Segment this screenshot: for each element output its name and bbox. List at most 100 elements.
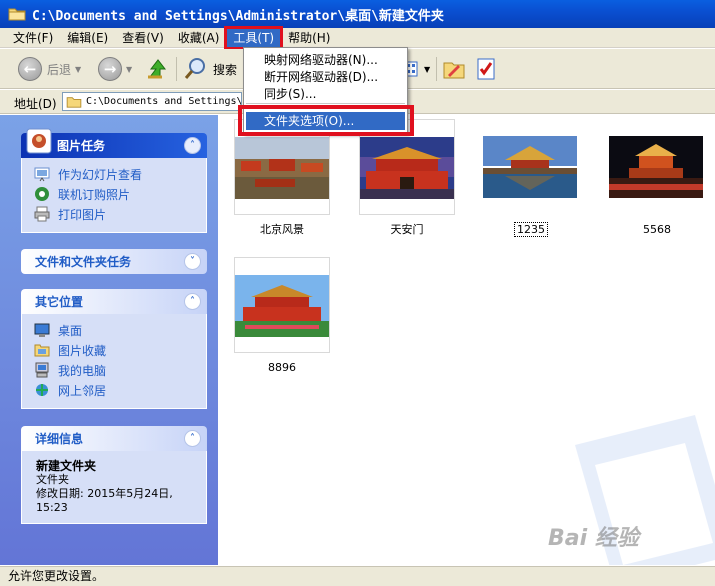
task-label: 联机订购照片 — [58, 187, 131, 202]
photo-palace-aerial — [235, 137, 329, 199]
file-name: 天安门 — [390, 223, 424, 236]
file-name: 1235 — [483, 222, 579, 237]
place-label: 我的电脑 — [58, 363, 107, 378]
address-value: C:\Documents and Settings\ — [86, 96, 242, 107]
menu-item-map-drive[interactable]: 映射网络驱动器(N)... — [246, 51, 405, 69]
photo-tiananmen-dusk — [360, 137, 454, 199]
picture-tasks-header[interactable]: 图片任务 ˄ — [21, 128, 207, 158]
up-arrow-icon — [148, 59, 167, 79]
file-tasks-panel: 文件和文件夹任务 ˅ — [21, 249, 207, 274]
file-thumbnail[interactable]: 天安门 — [359, 119, 455, 237]
place-label: 桌面 — [58, 323, 83, 338]
details-body: 新建文件夹 文件夹 修改日期: 2015年5月24日, 15:23 — [21, 451, 207, 524]
folder-sync-button[interactable] — [442, 55, 466, 83]
search-button[interactable]: 搜索 — [184, 55, 237, 83]
back-arrow-icon: ← — [18, 57, 42, 81]
task-order-prints[interactable]: 联机订购照片 — [34, 184, 206, 204]
picture-tasks-panel: 图片任务 ˄ 作为幻灯片查看 联机订购照片 打印图片 — [21, 128, 207, 233]
place-desktop[interactable]: 桌面 — [34, 320, 206, 340]
task-label: 作为幻灯片查看 — [58, 167, 143, 182]
file-tasks-title: 文件和文件夹任务 — [35, 255, 132, 269]
details-title: 详细信息 — [35, 432, 84, 446]
chevron-down-icon: ▼ — [424, 64, 431, 74]
order-prints-icon — [35, 187, 49, 201]
place-my-pictures[interactable]: 图片收藏 — [34, 340, 206, 360]
task-pane: 图片任务 ˄ 作为幻灯片查看 联机订购照片 打印图片 文件和文件夹任务 ˅ 其它… — [0, 115, 218, 565]
place-label: 图片收藏 — [58, 343, 107, 358]
details-panel: 详细信息 ˄ 新建文件夹 文件夹 修改日期: 2015年5月24日, 15:23 — [21, 426, 207, 524]
title-bar[interactable]: C:\Documents and Settings\Administrator\… — [0, 0, 715, 28]
folder-icon — [8, 8, 26, 21]
detail-name: 新建文件夹 — [36, 459, 97, 473]
menu-edit[interactable]: 编辑(E) — [60, 28, 115, 48]
photo-tiananmen-day — [235, 275, 329, 337]
forward-button[interactable]: → ▼ — [98, 55, 132, 83]
other-places-body: 桌面 图片收藏 我的电脑 网上邻居 — [21, 314, 207, 409]
menu-view[interactable]: 查看(V) — [115, 28, 171, 48]
thumbnail-frame — [609, 119, 705, 215]
task-slideshow[interactable]: 作为幻灯片查看 — [34, 164, 206, 184]
my-computer-icon — [35, 362, 49, 378]
window-title: C:\Documents and Settings\Administrator\… — [32, 8, 444, 24]
menu-file[interactable]: 文件(F) — [6, 28, 60, 48]
collapse-icon[interactable]: ˄ — [184, 430, 201, 447]
picture-tasks-icon — [26, 128, 52, 154]
menu-item-disconnect-drive[interactable]: 断开网络驱动器(D)... — [246, 68, 405, 86]
slideshow-icon — [34, 167, 50, 182]
folder-sync-icon — [443, 62, 465, 79]
thumbnail-frame — [483, 119, 579, 215]
picture-tasks-body: 作为幻灯片查看 联机订购照片 打印图片 — [21, 158, 207, 233]
annotation-highlight-box — [238, 105, 414, 136]
file-list-view[interactable]: 北京风景 天安门 1235 5568 8896 — [219, 115, 715, 565]
toolbar-separator — [176, 57, 177, 81]
expand-icon[interactable]: ˅ — [184, 253, 201, 270]
menu-favorites[interactable]: 收藏(A) — [171, 28, 227, 48]
photo-night-gate — [609, 136, 703, 198]
file-thumbnail[interactable]: 8896 — [234, 257, 330, 375]
back-button[interactable]: ← 后退 ▼ — [18, 55, 81, 83]
back-label: 后退 — [47, 62, 72, 77]
checklist-icon — [477, 58, 495, 80]
menu-help[interactable]: 帮助(H) — [281, 28, 337, 48]
picture-tasks-title: 图片任务 — [57, 139, 106, 153]
detail-type: 文件夹 — [36, 473, 69, 486]
folder-icon — [66, 96, 82, 108]
task-print[interactable]: 打印图片 — [34, 204, 206, 224]
details-header[interactable]: 详细信息 ˄ — [21, 426, 207, 451]
collapse-icon[interactable]: ˄ — [184, 137, 201, 154]
watermark-text: Bai 经验 — [548, 526, 639, 551]
up-folder-button[interactable] — [146, 55, 170, 83]
my-pictures-icon — [34, 344, 50, 357]
chevron-down-icon: ▼ — [126, 64, 133, 74]
detail-modified: 修改日期: 2015年5月24日, — [36, 487, 173, 500]
file-thumbnail[interactable]: 1235 — [483, 119, 579, 237]
address-input[interactable]: C:\Documents and Settings\ — [62, 92, 242, 111]
detail-modified-time: 15:23 — [36, 501, 68, 514]
file-thumbnail[interactable]: 北京风景 — [234, 119, 330, 237]
file-tasks-header[interactable]: 文件和文件夹任务 ˅ — [21, 249, 207, 274]
file-name: 8896 — [268, 361, 296, 374]
other-places-header[interactable]: 其它位置 ˄ — [21, 289, 207, 314]
menu-tools[interactable]: 工具(T) — [224, 25, 284, 50]
file-name: 5568 — [643, 223, 671, 236]
file-name: 北京风景 — [260, 223, 304, 236]
collapse-icon[interactable]: ˄ — [184, 293, 201, 310]
toolbar-separator — [436, 57, 437, 81]
place-network[interactable]: 网上邻居 — [34, 380, 206, 400]
search-icon — [184, 58, 205, 79]
status-bar: 允许您更改设置。 — [0, 566, 715, 586]
address-label: 地址(D) — [14, 97, 57, 111]
menu-separator — [246, 103, 405, 104]
menu-bar: 文件(F) 编辑(E) 查看(V) 收藏(A) 工具(T) 帮助(H) — [0, 25, 715, 50]
file-thumbnail[interactable]: 5568 — [609, 119, 705, 237]
properties-button[interactable] — [474, 55, 498, 83]
task-label: 打印图片 — [58, 207, 107, 222]
place-my-computer[interactable]: 我的电脑 — [34, 360, 206, 380]
desktop-icon — [34, 323, 50, 337]
photo-corner-tower — [483, 136, 577, 198]
chevron-down-icon: ▼ — [75, 64, 82, 74]
menu-item-synchronize[interactable]: 同步(S)... — [246, 85, 405, 103]
thumbnail-frame — [234, 257, 330, 353]
search-label: 搜索 — [213, 62, 238, 77]
forward-arrow-icon: → — [98, 57, 122, 81]
